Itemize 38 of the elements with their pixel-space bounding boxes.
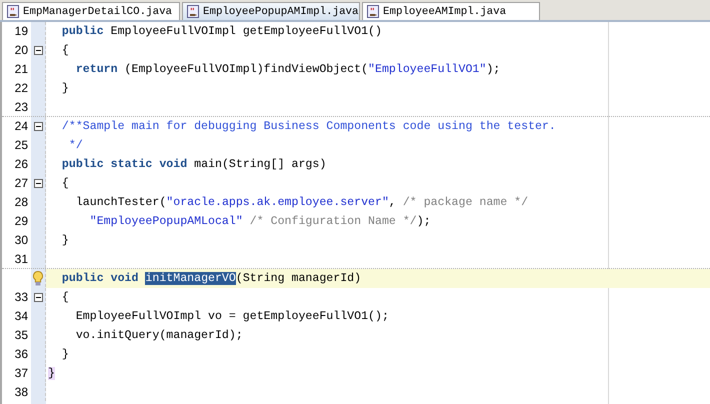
line-number: 35 — [14, 328, 28, 342]
code-line: /**Sample main for debugging Business Components code using the tester. — [60, 120, 556, 132]
code-line: } — [60, 234, 69, 246]
line-number: 24 — [14, 119, 28, 133]
line-number: 31 — [14, 252, 28, 266]
code-line: launchTester("oracle.apps.ak.employee.server", /* package name */ — [74, 196, 528, 208]
line-number: 37 — [14, 366, 28, 380]
line-number: 26 — [14, 157, 28, 171]
code-line: { — [60, 44, 69, 56]
line-number: 23 — [14, 100, 28, 114]
line-number: 19 — [14, 24, 28, 38]
code-line: */ — [68, 138, 83, 152]
line-number: 36 — [14, 347, 28, 361]
line-number: 22 — [14, 81, 28, 95]
code-line: vo.initQuery(managerId); — [74, 328, 243, 342]
line-number: 28 — [14, 195, 28, 209]
code-line: } — [60, 348, 69, 360]
line-number: 21 — [14, 62, 28, 76]
file-tab[interactable]: EmployeeAMImpl.java — [362, 2, 540, 20]
code-line: public void initManagerVO(String managerId) — [60, 272, 362, 284]
code-line: EmployeeFullVOImpl vo = getEmployeeFullVO1(); — [74, 310, 389, 322]
code-line: } — [60, 82, 69, 94]
line-number: 33 — [14, 290, 28, 304]
line-number: 34 — [14, 309, 28, 323]
code-line: { — [60, 176, 69, 190]
line-number: 29 — [14, 214, 28, 228]
file-tab[interactable]: EmpManagerDetailCO.java — [2, 2, 180, 20]
code-line: { — [60, 290, 69, 304]
code-line: return (EmployeeFullVOImpl)findViewObject("EmployeeFullVO1"); — [74, 62, 500, 76]
line-number: 20 — [14, 43, 28, 57]
line-number: 27 — [14, 176, 28, 190]
file-tab[interactable]: EmployeePopupAMImpl.java — [182, 2, 360, 20]
code-line: "EmployeePopupAMLocal" /* Configuration Name */); — [88, 214, 431, 228]
line-number: 38 — [14, 385, 28, 399]
line-number: 25 — [14, 138, 28, 152]
code-line: public static void main(String[] args) — [60, 158, 326, 170]
line-number: 30 — [14, 233, 28, 247]
code-line: public EmployeeFullVOImpl getEmployeeFullVO1() — [60, 24, 382, 38]
